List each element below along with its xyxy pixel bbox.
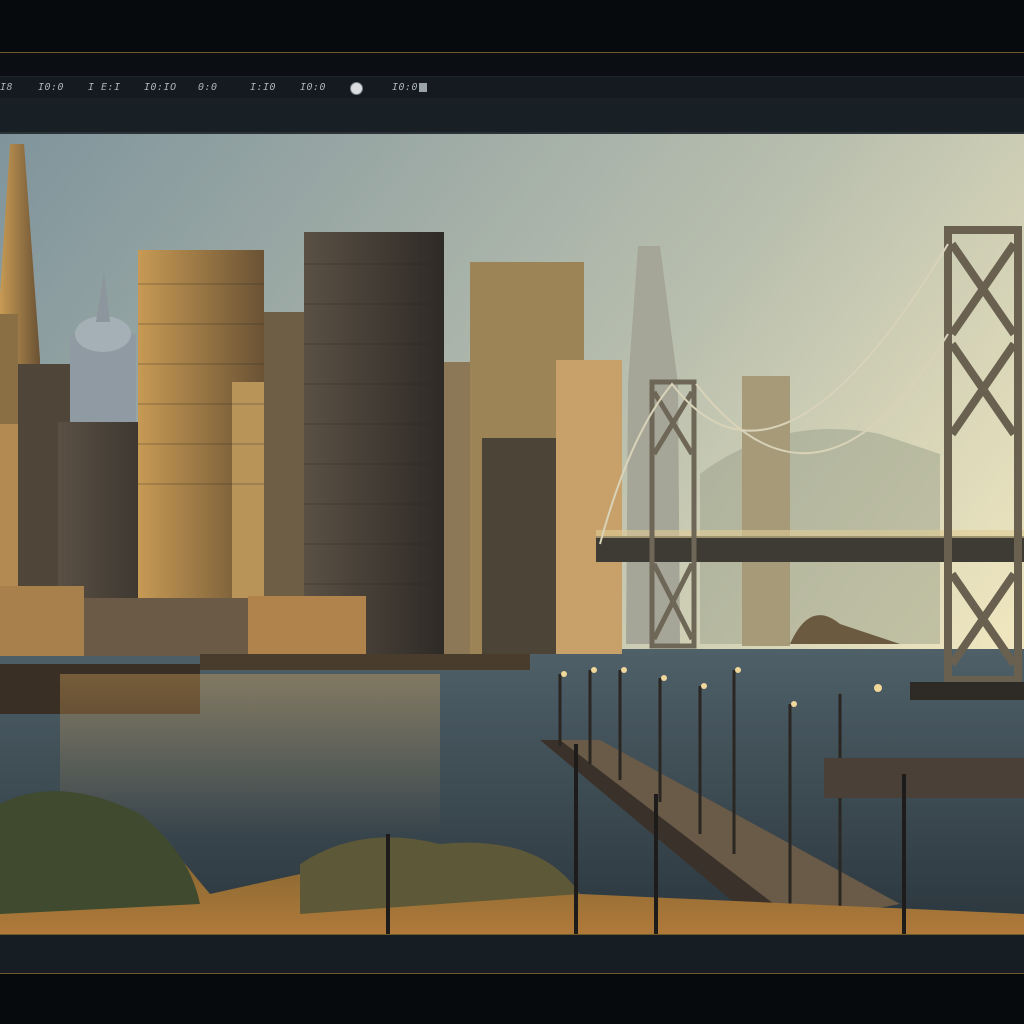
dark-office-tower — [304, 232, 444, 654]
toolbar: I8 I0:0 I E:I I0:IO 0:0 I:I0 I0:0 I0:0 — [0, 76, 1024, 100]
toolbar-item-5[interactable]: 0:0 — [198, 81, 218, 95]
pier — [200, 654, 530, 670]
bridge-base — [910, 682, 1024, 700]
secondary-bar — [0, 98, 1024, 134]
background-building — [742, 376, 790, 646]
record-circle-icon[interactable] — [350, 82, 363, 95]
stop-square-icon[interactable] — [419, 83, 427, 92]
footer — [0, 974, 1024, 1024]
bridge-deck — [596, 536, 1024, 562]
toolbar-item-4[interactable]: I0:IO — [144, 81, 177, 95]
toolbar-item-7[interactable]: I0:0 — [300, 81, 326, 95]
building — [556, 360, 622, 654]
small-pier — [824, 758, 1024, 798]
toolbar-item-2[interactable]: I0:0 — [38, 81, 64, 95]
bridge-lights — [596, 530, 1024, 538]
waterfront-building — [0, 586, 84, 656]
waterfront-building — [248, 596, 366, 656]
waterfront-building — [84, 598, 248, 656]
toolbar-item-8[interactable]: I0:0 — [392, 81, 418, 95]
toolbar-item-1[interactable]: I8 — [0, 81, 13, 95]
title-bar — [0, 0, 1024, 53]
toolbar-item-3[interactable]: I E:I — [88, 81, 121, 95]
city-skyline-image — [0, 134, 1024, 934]
image-viewport — [0, 134, 1024, 935]
status-bar — [0, 935, 1024, 974]
toolbar-item-6[interactable]: I:I0 — [250, 81, 276, 95]
